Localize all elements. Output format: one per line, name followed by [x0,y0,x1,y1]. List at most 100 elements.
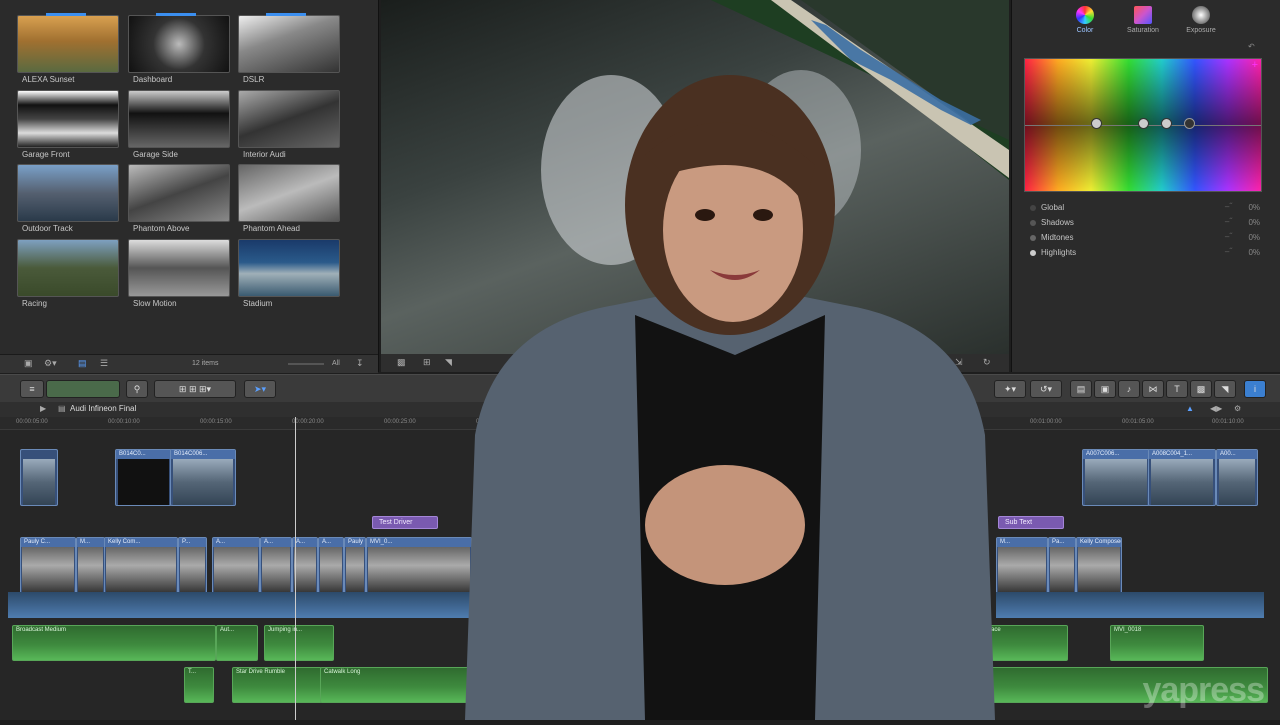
clip-title: MVI_0... [367,538,471,547]
effects-icon[interactable]: ✦▾ [994,380,1026,398]
clip-thumbnail[interactable] [17,239,119,297]
select-tool-icon[interactable]: ➤▾ [244,380,276,398]
puck-indicator [1030,205,1036,211]
browser-toggle-icon[interactable]: ▤ [1070,380,1092,398]
audio-clip[interactable]: MVI_0018 [1110,625,1204,661]
play-icon[interactable]: ▶ [40,404,46,413]
reset-row-icon[interactable]: –˝ [1225,202,1232,211]
connected-video-clip[interactable]: A007C006... [1082,449,1150,506]
primary-clip[interactable]: A... [212,537,260,594]
title-clip[interactable]: Test Driver [372,516,438,529]
zoom-slider-icon[interactable]: ◀▶ [1210,404,1222,413]
clip-title: A007C006... [1083,450,1149,459]
tab-exposure[interactable]: Exposure [1172,6,1230,34]
clip-thumbnail[interactable] [17,15,119,73]
filter-select[interactable]: All [332,360,340,367]
midtones-puck[interactable] [1161,118,1172,129]
primary-clip[interactable]: Pauly Composed 1 [344,537,366,594]
inspector-icon[interactable]: i [1244,380,1266,398]
primary-clip[interactable]: M... [76,537,105,594]
transform-icon[interactable]: ⊞ [423,357,431,368]
clip-title: B014C0... [116,450,171,459]
connected-video-clip[interactable] [20,449,58,506]
clip-thumbnail[interactable] [17,90,119,148]
music-icon[interactable]: ♪ [1118,380,1140,398]
audio-meter-button[interactable]: ≡ [20,380,44,398]
skimming-icon[interactable]: ▲ [1186,404,1194,413]
primary-clip[interactable]: Kelly Com... [104,537,178,594]
clip-thumbnail[interactable] [238,15,340,73]
reset-icon[interactable]: ↶ [1248,42,1255,51]
primary-clip[interactable]: A... [260,537,292,594]
reset-row-icon[interactable]: –˝ [1225,217,1232,226]
retime-icon[interactable]: ↺▾ [1030,380,1062,398]
photo-icon[interactable]: ▣ [1094,380,1116,398]
gear-icon[interactable]: ⚙▾ [44,358,57,369]
list-view-icon[interactable]: ☰ [100,358,108,369]
key-icon[interactable]: ⚲ [126,380,148,398]
clip-title: Pauly C... [21,538,75,547]
global-puck[interactable] [1091,118,1102,129]
clip-thumbnail[interactable] [128,239,230,297]
transitions-icon[interactable]: ⋈ [1142,380,1164,398]
clip-title: Star Drive Rumble [236,669,286,675]
clip-name: Phantom Above [133,224,190,233]
download-icon[interactable]: ↧ [356,358,364,369]
audio-clip[interactable]: Broadcast Medium [12,625,216,661]
clip-thumb [214,547,258,593]
highlights-puck[interactable] [1184,118,1195,129]
zoom-slider[interactable] [288,363,324,365]
crop-icon[interactable]: ◥ [445,357,452,368]
titles-icon[interactable]: T [1166,380,1188,398]
edit-tools-group[interactable]: ⊞ ⊞ ⊞▾ [154,380,236,398]
connected-video-clip[interactable]: A00... [1216,449,1258,506]
clip-thumbnail[interactable] [128,90,230,148]
edit-buttons[interactable] [46,380,120,398]
connected-video-clip[interactable]: B014C006... [170,449,236,506]
clip-thumbnail[interactable] [238,239,340,297]
shadows-puck[interactable] [1138,118,1149,129]
audio-clip[interactable]: T... [184,667,214,703]
primary-clip[interactable]: Kelly Composed.echo [1076,537,1122,594]
tab-saturation[interactable]: Saturation [1114,6,1172,34]
reset-row-icon[interactable]: –˝ [1225,232,1232,241]
generators-icon[interactable]: ▩ [1190,380,1212,398]
clip-thumb [1085,459,1147,505]
playhead[interactable] [295,417,296,720]
clip-title: Pauly Composed 1 [345,538,365,547]
clip-thumb [1151,459,1213,505]
primary-clip[interactable]: Pauly C... [20,537,76,594]
clip-thumbnail[interactable] [128,164,230,222]
audio-clip[interactable]: Jumping in... [264,625,334,661]
tab-color[interactable]: Color [1056,6,1114,34]
primary-clip[interactable]: P... [178,537,207,594]
reset-row-icon[interactable]: –˝ [1225,247,1232,256]
clip-thumbnail[interactable] [238,164,340,222]
row-label: Shadows [1041,218,1074,227]
clip-thumbnail[interactable] [238,90,340,148]
clip-thumb [1050,547,1074,593]
clip-thumbnail[interactable] [17,164,119,222]
primary-clip[interactable]: M... [996,537,1048,594]
ruler-tick: 00:00:15:00 [200,419,232,425]
clip-appearance-icon[interactable]: ⚙ [1234,404,1241,413]
clip-thumb [346,547,364,593]
clip-title: A... [293,538,317,547]
clip-title: Broadcast Medium [16,627,67,633]
fit-icon[interactable]: ▩ [397,357,406,368]
primary-clip[interactable]: MVI_0... [366,537,472,594]
add-icon[interactable]: + [1252,59,1258,71]
row-value: 0% [1248,248,1260,257]
audio-clip[interactable]: Aut... [216,625,258,661]
title-clip[interactable]: Sub Text [998,516,1064,529]
primary-clip[interactable]: Pa... [1048,537,1076,594]
connected-video-clip[interactable]: B014C0... [115,449,172,506]
clip-title: Aut... [220,627,235,633]
connected-video-clip[interactable]: A008C004_1... [1148,449,1216,506]
filmstrip-view-icon[interactable]: ▤ [78,358,87,369]
clip-thumbnail[interactable] [128,15,230,73]
library-icon[interactable]: ▣ [24,358,33,369]
primary-clip[interactable]: A... [318,537,344,594]
themes-icon[interactable]: ◥ [1214,380,1236,398]
audio-clip[interactable]: Star Drive Rumble [232,667,322,703]
